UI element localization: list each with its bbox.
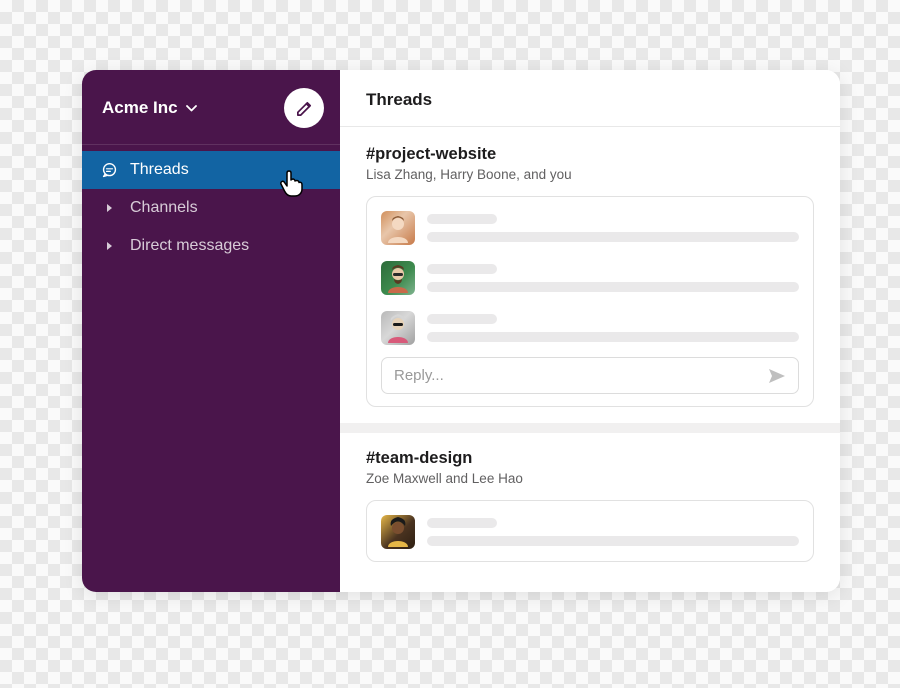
sidebar-item-label: Direct messages [130,237,249,255]
avatar[interactable] [381,515,415,549]
message-placeholder [427,311,799,345]
caret-right-icon [100,241,118,251]
message-row [381,311,799,345]
workspace-switcher[interactable]: Acme Inc [102,98,197,118]
sidebar-nav: Threads Channels Direct messages [82,145,340,265]
page-title: Threads [340,70,840,127]
reply-placeholder: Reply... [394,367,444,384]
app-window: Acme Inc Threads [82,70,840,592]
sidebar-item-label: Channels [130,199,198,217]
caret-right-icon [100,203,118,213]
compose-icon [295,99,314,118]
sidebar: Acme Inc Threads [82,70,340,592]
message-placeholder [427,515,799,549]
thread-participants: Lisa Zhang, Harry Boone, and you [366,167,814,182]
threads-icon [100,162,118,179]
reply-input[interactable]: Reply... [381,357,799,394]
avatar[interactable] [381,261,415,295]
thread-card [366,500,814,562]
thread-channel-name[interactable]: #project-website [366,145,814,164]
thread-block: #team-design Zoe Maxwell and Lee Hao [340,423,840,578]
message-row [381,261,799,295]
message-placeholder [427,261,799,295]
thread-block: #project-website Lisa Zhang, Harry Boone… [340,141,840,423]
thread-participants: Zoe Maxwell and Lee Hao [366,471,814,486]
chevron-down-icon [186,105,197,112]
avatar[interactable] [381,311,415,345]
thread-card: Reply... [366,196,814,407]
sidebar-item-channels[interactable]: Channels [82,189,340,227]
main-panel: Threads #project-website Lisa Zhang, Har… [340,70,840,592]
sidebar-header: Acme Inc [82,70,340,145]
message-placeholder [427,211,799,245]
threads-list: #project-website Lisa Zhang, Harry Boone… [340,127,840,578]
message-row [381,515,799,549]
sidebar-item-label: Threads [130,161,189,179]
sidebar-item-direct-messages[interactable]: Direct messages [82,227,340,265]
message-row [381,211,799,245]
compose-button[interactable] [284,88,324,128]
avatar[interactable] [381,211,415,245]
sidebar-item-threads[interactable]: Threads [82,151,340,189]
send-icon[interactable] [768,368,786,384]
workspace-name: Acme Inc [102,98,178,118]
thread-channel-name[interactable]: #team-design [366,449,814,468]
